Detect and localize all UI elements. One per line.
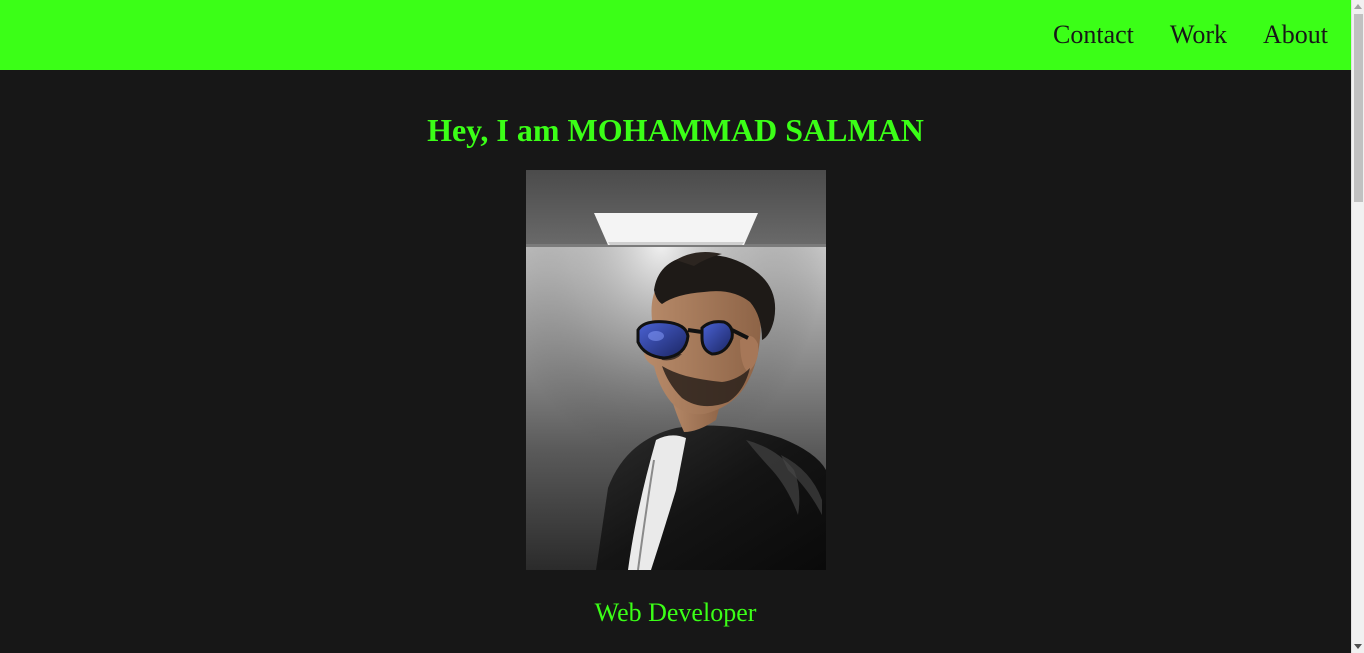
profile-photo <box>526 170 826 570</box>
profile-photo-illustration <box>526 170 826 570</box>
vertical-scrollbar[interactable] <box>1351 0 1364 653</box>
hero-section: Hey, I am MOHAMMAD SALMAN Web Developer <box>0 70 1351 653</box>
scroll-down-arrow-icon[interactable] <box>1354 644 1362 649</box>
hero-title: Hey, I am MOHAMMAD SALMAN <box>427 112 924 148</box>
nav-link-about[interactable]: About <box>1263 22 1328 48</box>
scroll-up-arrow-icon[interactable] <box>1354 4 1362 9</box>
top-navbar: Contact Work About <box>0 0 1351 70</box>
portfolio-page: Contact Work About Hey, I am MOHAMMAD SA… <box>0 0 1364 653</box>
nav-links: Contact Work About <box>1053 0 1328 70</box>
scrollbar-thumb[interactable] <box>1354 14 1363 202</box>
hero-subtitle: Web Developer <box>594 598 757 627</box>
nav-link-contact[interactable]: Contact <box>1053 22 1134 48</box>
nav-link-work[interactable]: Work <box>1170 22 1227 48</box>
